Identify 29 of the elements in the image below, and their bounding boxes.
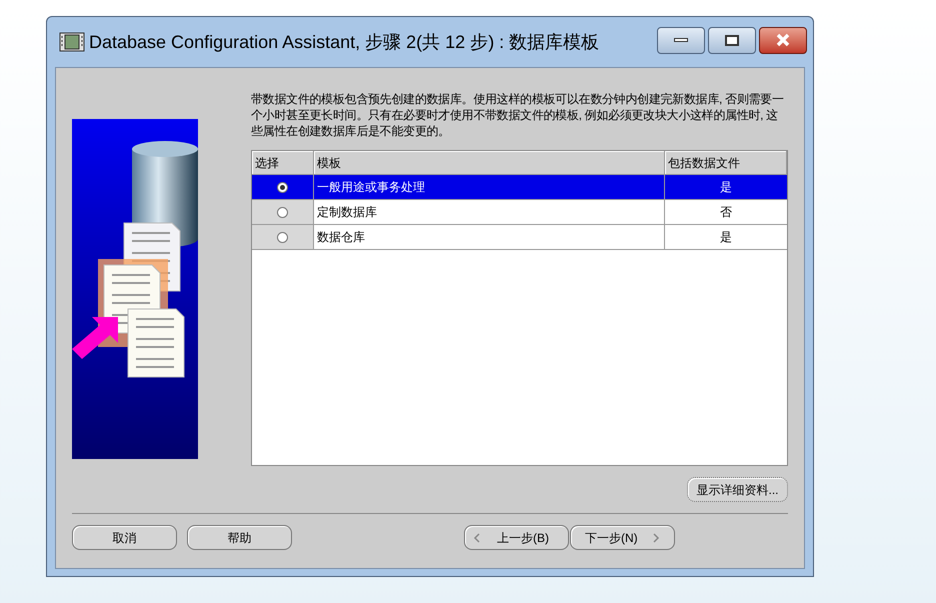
minimize-button[interactable] <box>657 26 705 54</box>
cancel-button[interactable]: 取消 <box>72 525 177 550</box>
template-row[interactable]: 数据仓库 是 <box>252 225 787 250</box>
table-cell-text: 否 <box>719 204 733 221</box>
close-button[interactable] <box>759 26 807 54</box>
description-text: 带数据文件的模板包含预先创建的数据库。使用这样的模板可以在数分钟内创建完新数据库, 否则需要一个小时甚至更长时间。只有在必要时才使用不带数据文件的模板, 例如必须更改块大小这样的属性时, 这些属性在创建数据库后是不能变更的。 <box>251 91 785 139</box>
column-header[interactable]: 包括数据文件 <box>665 151 787 175</box>
radio-button[interactable] <box>277 206 288 218</box>
close-icon <box>775 33 791 47</box>
template-row[interactable]: 定制数据库 否 <box>252 200 787 225</box>
table-cell: 数据仓库 <box>314 225 665 249</box>
radio-button[interactable] <box>277 182 288 192</box>
template-row[interactable]: 一般用途或事务处理 是 <box>252 175 787 200</box>
table-cell-text: 是 <box>719 179 733 196</box>
back-chevron-icon <box>473 532 481 542</box>
database-app-icon <box>59 31 85 53</box>
column-header[interactable]: 选择 <box>252 151 314 175</box>
show-details-button[interactable]: 显示详细资料... <box>687 477 788 502</box>
column-header[interactable]: 模板 <box>314 151 665 175</box>
maximize-button[interactable] <box>708 26 756 54</box>
window-title: Database Configuration Assistant, 步骤 2(共 12 步) : 数据库模板 <box>89 30 600 54</box>
table-cell: 定制数据库 <box>314 200 665 224</box>
radio-button[interactable] <box>277 232 288 242</box>
back-button[interactable]: 上一步(B) <box>464 525 569 550</box>
table-cell: 一般用途或事务处理 <box>314 175 665 199</box>
table-cell-text: 是 <box>719 229 733 246</box>
next-chevron-icon <box>652 532 660 542</box>
help-button[interactable]: 帮助 <box>187 525 292 550</box>
next-button[interactable]: 下一步(N) <box>570 525 675 550</box>
